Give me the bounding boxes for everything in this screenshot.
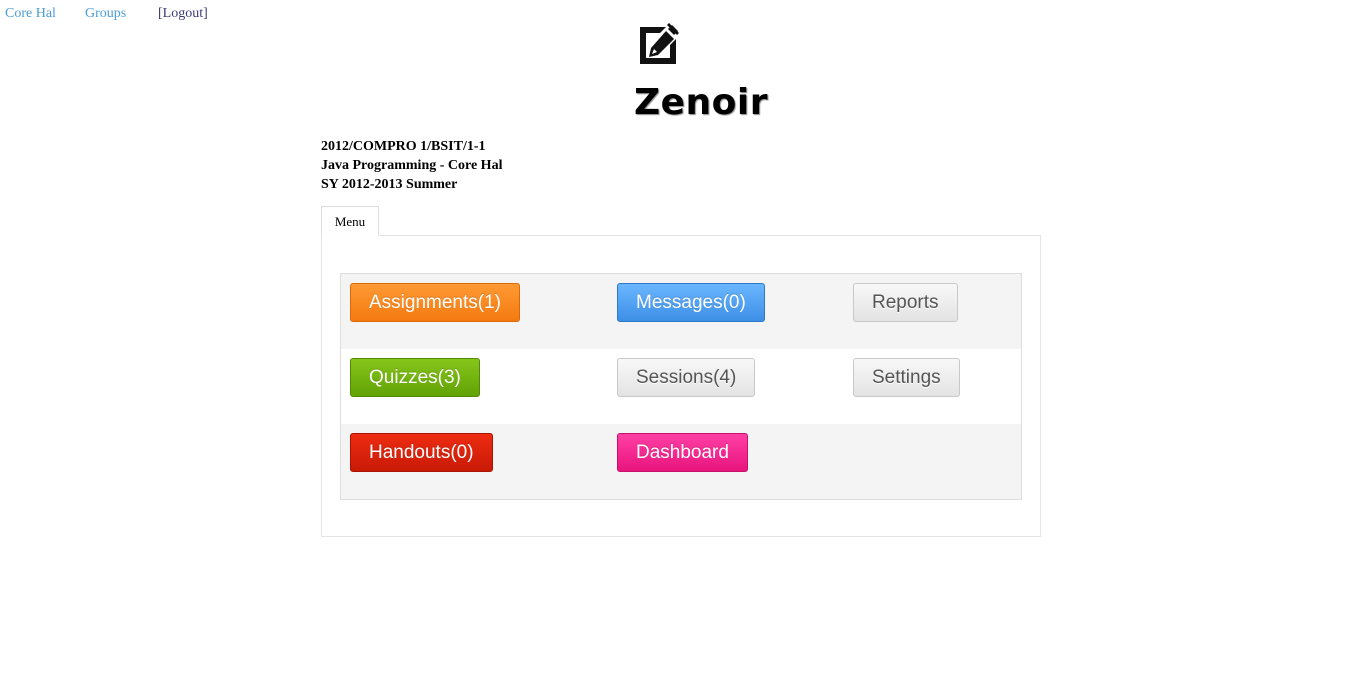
menu-row: Quizzes(3) Sessions(4) Settings (341, 349, 1021, 424)
menu-row: Handouts(0) Dashboard (341, 424, 1021, 499)
reports-button[interactable]: Reports (853, 283, 958, 322)
menu-row: Assignments(1) Messages(0) Reports (341, 274, 1021, 349)
brand-logo-text: Zenoir (634, 82, 768, 123)
messages-button[interactable]: Messages(0) (617, 283, 765, 322)
nav-link-groups[interactable]: Groups (85, 6, 126, 22)
menu-grid: Assignments(1) Messages(0) Reports Quizz… (340, 273, 1022, 500)
nav-link-core-hal[interactable]: Core Hal (5, 6, 56, 22)
course-term: SY 2012-2013 Summer (321, 177, 458, 192)
edit-icon (640, 23, 679, 64)
assignments-button[interactable]: Assignments(1) (350, 283, 520, 322)
logout-link[interactable]: [Logout] (158, 6, 208, 22)
handouts-button[interactable]: Handouts(0) (350, 433, 493, 472)
course-title: Java Programming - Core Hal (321, 158, 503, 173)
settings-button[interactable]: Settings (853, 358, 960, 397)
tab-menu[interactable]: Menu (321, 206, 379, 236)
course-info: 2012/COMPRO 1/BSIT/1-1 Java Programming … (321, 137, 502, 194)
sessions-button[interactable]: Sessions(4) (617, 358, 756, 397)
course-code: 2012/COMPRO 1/BSIT/1-1 (321, 139, 486, 154)
dashboard-button[interactable]: Dashboard (617, 433, 748, 472)
quizzes-button[interactable]: Quizzes(3) (350, 358, 480, 397)
